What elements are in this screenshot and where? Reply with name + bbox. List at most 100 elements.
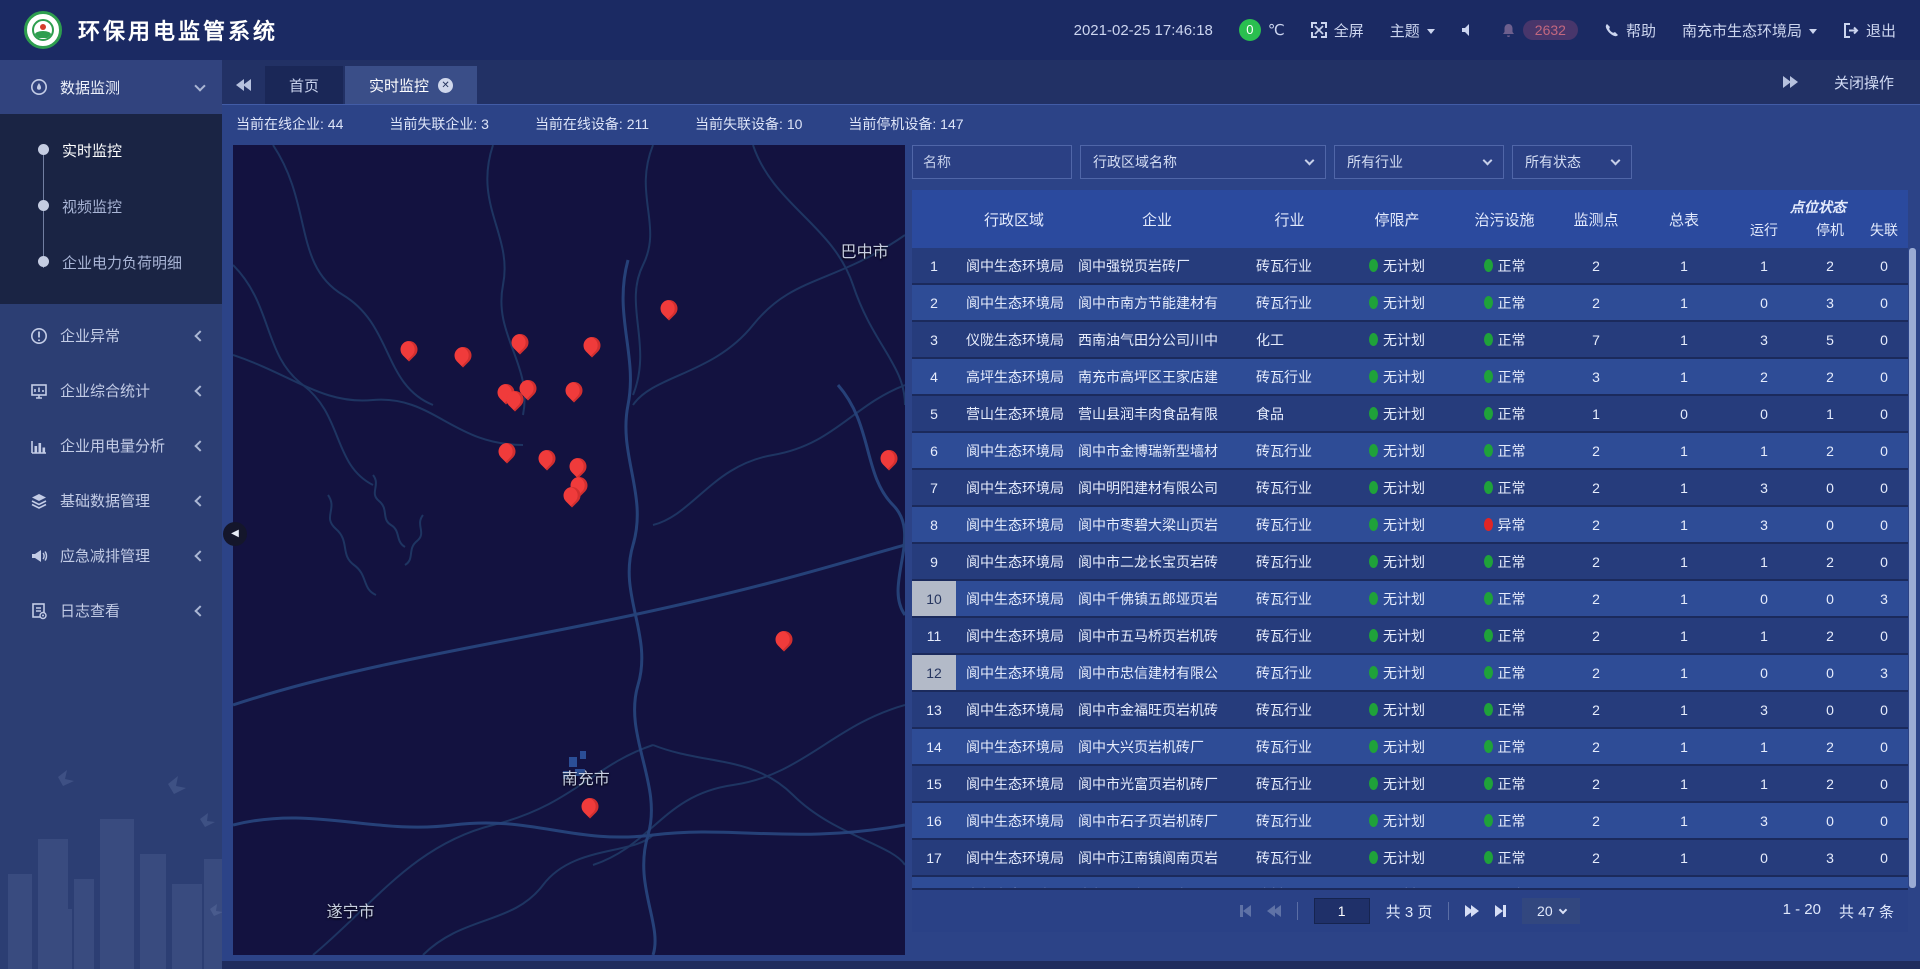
table-cell: 食品 — [1242, 396, 1337, 431]
table-row[interactable]: 17阆中生态环境局阆中市江南镇阆南页岩砖瓦行业无计划正常21030 — [912, 840, 1908, 875]
chevron-down-icon — [194, 80, 205, 91]
table-cell: 1 — [1552, 396, 1640, 431]
tabs-scroll-right-button[interactable] — [1769, 63, 1812, 101]
sidebar-item-company-abnormal[interactable]: 企业异常 — [0, 308, 222, 363]
table-row[interactable]: 9阆中生态环境局阆中市二龙长宝页岩砖砖瓦行业无计划正常21120 — [912, 544, 1908, 579]
exit-icon — [1843, 23, 1859, 38]
table-row[interactable]: 18南部生态环境局南部县砌华山泥有限公建材加工无计划正常60060 — [912, 877, 1908, 888]
table-row[interactable]: 12阆中生态环境局阆中市忠信建材有限公砖瓦行业无计划正常21003 — [912, 655, 1908, 690]
tab-realtime-monitor[interactable]: 实时监控 ✕ — [345, 66, 477, 104]
table-row[interactable]: 13阆中生态环境局阆中市金福旺页岩机砖砖瓦行业无计划正常21300 — [912, 692, 1908, 727]
sidebar-item-company-statistics[interactable]: 企业综合统计 — [0, 363, 222, 418]
column-header-industry[interactable]: 行业 — [1242, 190, 1337, 248]
chevron-left-icon: ◀ — [231, 528, 239, 539]
theme-dropdown[interactable]: 主题 — [1390, 20, 1435, 41]
table-cell: 4 — [912, 359, 956, 394]
column-header-company[interactable]: 企业 — [1072, 190, 1242, 248]
table-cell: 6 — [1800, 877, 1860, 888]
notifications-button[interactable]: 2632 — [1501, 20, 1578, 40]
table-cell: 砖瓦行业 — [1242, 544, 1337, 579]
table-row[interactable]: 5营山生态环境局营山县润丰肉食品有限食品无计划正常10010 — [912, 396, 1908, 431]
logout-button[interactable]: 退出 — [1843, 20, 1896, 41]
column-header-index — [912, 190, 956, 248]
region-select[interactable]: 行政区域名称 — [1080, 145, 1326, 179]
table-cell: 无计划 — [1337, 248, 1457, 283]
column-header-points[interactable]: 监测点 — [1552, 190, 1640, 248]
page-size-select[interactable]: 20 — [1522, 898, 1580, 924]
table-row[interactable]: 7阆中生态环境局阆中明阳建材有限公司砖瓦行业无计划正常21300 — [912, 470, 1908, 505]
table-row[interactable]: 6阆中生态环境局阆中市金博瑞新型墙材砖瓦行业无计划正常21120 — [912, 433, 1908, 468]
name-search-input[interactable] — [912, 145, 1072, 179]
table-row[interactable]: 1阆中生态环境局阆中强锐页岩砖厂砖瓦行业无计划正常21120 — [912, 248, 1908, 283]
chevron-left-icon — [194, 605, 205, 616]
column-header-lost[interactable]: 失联 — [1860, 220, 1908, 240]
column-header-limit[interactable]: 停限产 — [1337, 190, 1457, 248]
table-cell: 高坪生态环境局 — [956, 359, 1072, 394]
table-cell: 阆中市江南镇阆南页岩 — [1072, 840, 1242, 875]
table-cell: 1 — [1640, 581, 1728, 616]
table-cell: 阆中市金福旺页岩机砖 — [1072, 692, 1242, 727]
sidebar-item-data-monitor[interactable]: 数据监测 — [0, 60, 222, 114]
table-cell: 阆中生态环境局 — [956, 581, 1072, 616]
table-cell: 无计划 — [1337, 877, 1457, 888]
sidebar-item-video-monitor[interactable]: 视频监控 — [0, 178, 222, 234]
table-cell: 南部生态环境局 — [956, 877, 1072, 888]
table-row[interactable]: 8阆中生态环境局阆中市枣碧大梁山页岩砖瓦行业无计划异常21300 — [912, 507, 1908, 542]
skyline-decoration — [0, 759, 222, 969]
log-file-icon — [30, 602, 48, 620]
mute-button[interactable] — [1461, 23, 1475, 37]
status-dot-green-icon — [1369, 851, 1378, 864]
table-cell: 砖瓦行业 — [1242, 729, 1337, 764]
sidebar-item-base-data[interactable]: 基础数据管理 — [0, 473, 222, 528]
table-row[interactable]: 15阆中生态环境局阆中市光富页岩机砖厂砖瓦行业无计划正常21120 — [912, 766, 1908, 801]
sidebar-item-realtime-monitor[interactable]: 实时监控 — [0, 122, 222, 178]
column-header-region[interactable]: 行政区域 — [956, 190, 1072, 248]
table-row[interactable]: 14阆中生态环境局阆中大兴页岩机砖厂砖瓦行业无计划正常21120 — [912, 729, 1908, 764]
column-header-meters[interactable]: 总表 — [1640, 190, 1728, 248]
table-cell: 1 — [1640, 655, 1728, 690]
table-cell: 5 — [1800, 322, 1860, 357]
map-panel[interactable]: ◀ 巴中市南充市遂宁市 — [233, 145, 905, 955]
table-row[interactable]: 11阆中生态环境局阆中市五马桥页岩机砖砖瓦行业无计划正常21120 — [912, 618, 1908, 653]
status-dot-green-icon — [1369, 592, 1378, 605]
last-page-button[interactable] — [1495, 905, 1506, 917]
status-dot-green-icon — [1484, 333, 1493, 346]
close-operations-button[interactable]: 关闭操作 — [1834, 72, 1894, 93]
table-cell: 砖瓦行业 — [1242, 803, 1337, 838]
table-row[interactable]: 4高坪生态环境局南充市高坪区王家店建砖瓦行业无计划正常31220 — [912, 359, 1908, 394]
table-row[interactable]: 10阆中生态环境局阆中千佛镇五郎垭页岩砖瓦行业无计划正常21003 — [912, 581, 1908, 616]
table-row[interactable]: 2阆中生态环境局阆中市南方节能建材有砖瓦行业无计划正常21030 — [912, 285, 1908, 320]
table-scrollbar[interactable] — [1909, 248, 1916, 888]
table-cell: 0 — [1728, 396, 1800, 431]
tab-home[interactable]: 首页 — [265, 66, 343, 104]
sidebar-item-emergency-reduction[interactable]: 应急减排管理 — [0, 528, 222, 583]
next-page-button[interactable] — [1465, 905, 1479, 917]
status-select[interactable]: 所有状态 — [1512, 145, 1632, 179]
organization-dropdown[interactable]: 南充市生态环境局 — [1682, 20, 1817, 41]
fullscreen-button[interactable]: 全屏 — [1311, 20, 1364, 41]
table-row[interactable]: 16阆中生态环境局阆中市石子页岩机砖厂砖瓦行业无计划正常21300 — [912, 803, 1908, 838]
table-cell: 0 — [1860, 692, 1908, 727]
sidebar-item-power-load-detail[interactable]: 企业电力负荷明细 — [0, 234, 222, 290]
tab-close-icon[interactable]: ✕ — [438, 78, 453, 93]
tabs-scroll-left-button[interactable] — [222, 66, 265, 104]
column-header-run[interactable]: 运行 — [1728, 220, 1800, 240]
table-cell: 12 — [912, 655, 956, 690]
table-cell: 7 — [912, 470, 956, 505]
first-page-button[interactable] — [1240, 905, 1251, 917]
table-cell: 无计划 — [1337, 729, 1457, 764]
sidebar-item-power-analysis[interactable]: 企业用电量分析 — [0, 418, 222, 473]
column-header-stop[interactable]: 停机 — [1800, 220, 1860, 240]
table-row[interactable]: 3仪陇生态环境局西南油气田分公司川中化工无计划正常71350 — [912, 322, 1908, 357]
status-dot-green-icon — [1484, 666, 1493, 679]
help-button[interactable]: 帮助 — [1604, 20, 1656, 41]
sidebar-item-log-view[interactable]: 日志查看 — [0, 583, 222, 638]
column-header-facility[interactable]: 治污设施 — [1457, 190, 1552, 248]
map-collapse-toggle[interactable]: ◀ — [223, 522, 247, 546]
table-cell: 1 — [1728, 544, 1800, 579]
table-cell: 正常 — [1457, 877, 1552, 888]
page-number-input[interactable] — [1314, 898, 1370, 924]
industry-select[interactable]: 所有行业 — [1334, 145, 1504, 179]
table-cell: 正常 — [1457, 285, 1552, 320]
prev-page-button[interactable] — [1267, 905, 1281, 917]
